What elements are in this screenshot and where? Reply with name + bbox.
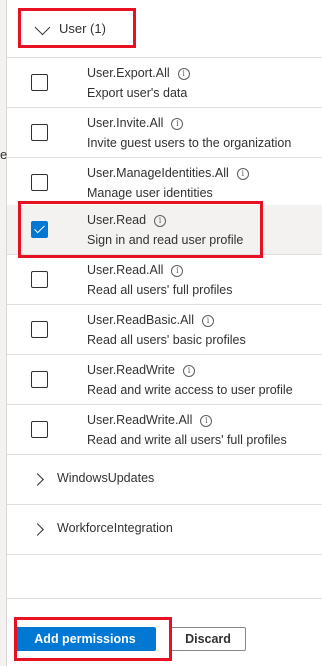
permission-name-line: User.Read.All i [87,263,184,277]
permission-name-line: User.ReadBasic.All i [87,313,214,327]
left-edge-strip [0,0,7,666]
info-icon[interactable]: i [171,117,184,130]
permission-description: Manage user identities [87,186,213,200]
permission-name-line: User.Read i [87,213,167,227]
permission-description: Invite guest users to the organization [87,136,292,150]
permission-checkbox[interactable] [31,421,48,438]
permission-description: Read and write all users' full profiles [87,433,287,447]
permission-row-selected[interactable]: User.Read i Sign in and read user profile [7,205,322,255]
info-icon[interactable]: i [171,264,184,277]
permission-checkbox[interactable] [31,271,48,288]
permission-row[interactable]: User.ManageIdentities.All i Manage user i… [7,158,322,208]
permission-name: User.Invite.All [87,116,164,130]
permission-row[interactable]: User.ReadBasic.All i Read all users' basi… [7,305,322,355]
permission-description: Sign in and read user profile [87,233,244,247]
permission-description: Read all users' basic profiles [87,333,246,347]
permission-row[interactable]: User.Read.All i Read all users' full prof… [7,255,322,305]
footer-divider [7,598,322,599]
permission-row[interactable]: User.ReadWrite.All i Read and write all u… [7,405,322,455]
chevron-right-icon [31,523,44,536]
permission-row[interactable]: User.Invite.All i Invite guest users to t… [7,108,322,158]
permission-checkbox[interactable] [31,321,48,338]
info-icon[interactable]: i [202,314,214,327]
permission-checkbox[interactable] [31,371,48,388]
permission-name: User.Read.All [87,263,164,277]
permission-checkbox-checked[interactable] [31,221,48,238]
permission-name: User.ReadBasic.All [87,313,194,327]
checkmark-icon [34,222,45,234]
info-icon[interactable]: i [154,214,167,227]
permission-checkbox[interactable] [31,74,48,91]
discard-button[interactable]: Discard [170,627,246,651]
info-icon[interactable]: i [236,167,249,180]
permissions-panel: User (1) User.Export.All i Export user's … [7,0,322,666]
group-header-user[interactable]: User (1) [7,0,322,58]
permission-description: Read and write access to user profile [87,383,293,397]
permission-name-line: User.Export.All i [87,66,190,80]
permission-row[interactable]: User.Export.All i Export user's data [7,58,322,108]
permission-name: User.ReadWrite.All [87,413,193,427]
info-icon[interactable]: i [177,67,190,80]
group-header-windowsupdates[interactable]: WindowsUpdates [7,455,322,505]
permission-row[interactable]: User.ReadWrite i Read and write access to… [7,355,322,405]
info-icon[interactable]: i [183,364,195,377]
permission-name-line: User.ReadWrite.All i [87,413,213,427]
permission-description: Export user's data [87,86,188,100]
chevron-right-icon [31,473,44,486]
permission-name: User.Read [87,213,147,227]
add-permissions-button[interactable]: Add permissions [14,627,156,651]
permission-checkbox[interactable] [31,174,48,191]
permission-name-line: User.ManageIdentities.All i [87,166,249,180]
permission-name: User.ReadWrite [87,363,175,377]
permission-name-line: User.Invite.All i [87,116,184,130]
permission-name: User.Export.All [87,66,170,80]
permission-name-line: User.ReadWrite i [87,363,195,377]
group-title: WorkforceIntegration [57,521,173,535]
permission-description: Read all users' full profiles [87,283,233,297]
group-title: WindowsUpdates [57,471,155,485]
info-icon[interactable]: i [200,414,213,427]
permission-name: User.ManageIdentities.All [87,166,229,180]
group-header-workforceintegration[interactable]: WorkforceIntegration [7,505,322,555]
group-title: User (1) [59,21,106,36]
permission-checkbox[interactable] [31,124,48,141]
chevron-down-icon [34,19,51,36]
